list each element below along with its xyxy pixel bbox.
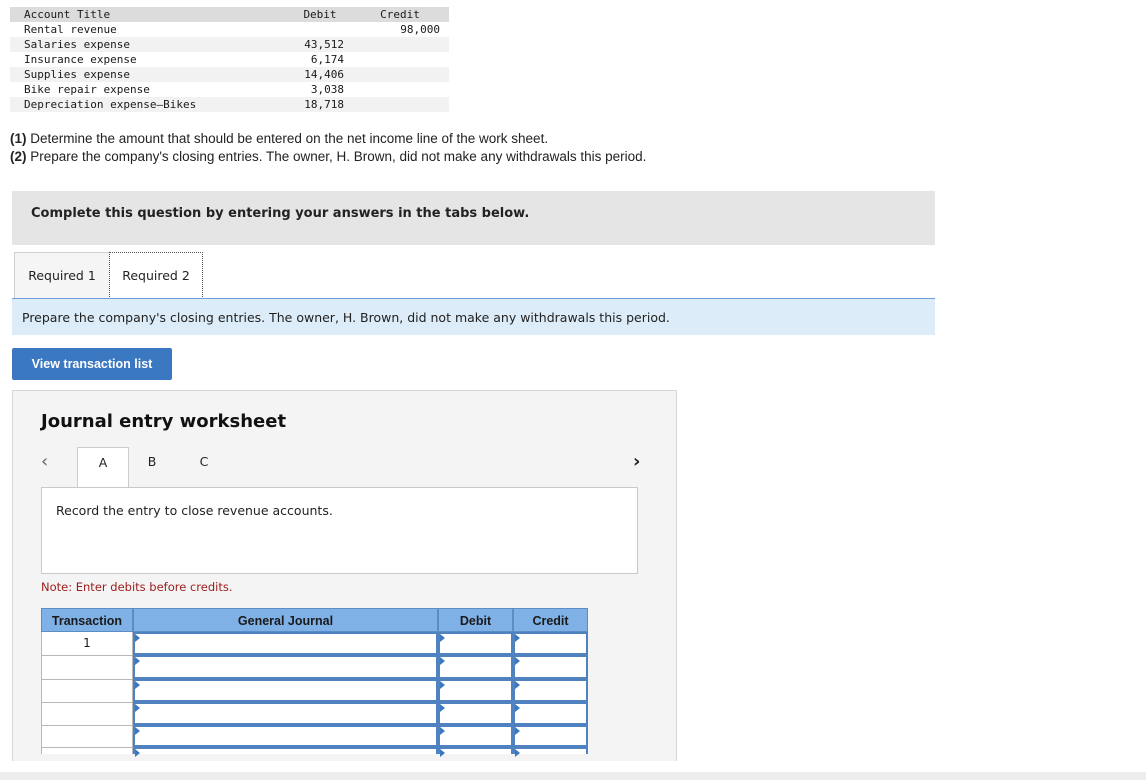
table-row: Bike repair expense 3,038 <box>10 82 449 97</box>
transaction-column-header: Transaction <box>41 608 133 632</box>
entry-description-box: Record the entry to close revenue accoun… <box>41 487 638 574</box>
credit-input[interactable] <box>513 679 588 702</box>
account-name: Insurance expense <box>24 53 137 66</box>
entry-tab-b[interactable]: B <box>127 447 177 487</box>
general-journal-input[interactable] <box>133 725 438 747</box>
tab-required-1[interactable]: Required 1 <box>14 252 110 299</box>
account-name: Salaries expense <box>24 38 130 51</box>
transaction-number <box>41 680 133 703</box>
debit-value: 14,406 <box>304 68 344 81</box>
account-name: Bike repair expense <box>24 83 150 96</box>
debit-header: Debit <box>303 8 337 21</box>
credit-input[interactable] <box>513 725 588 747</box>
debit-input[interactable] <box>438 725 513 747</box>
general-journal-input[interactable] <box>133 702 438 725</box>
debit-value: 3,038 <box>310 83 344 96</box>
page-bottom-edge <box>0 772 1146 780</box>
account-title-header: Account Title <box>24 8 111 21</box>
question-text: Prepare the company's closing entries. T… <box>26 149 647 164</box>
table-row: Salaries expense 43,512 <box>10 37 449 52</box>
worksheet-title: Journal entry worksheet <box>41 411 287 432</box>
question-number: (1) <box>10 131 27 146</box>
debit-value: 18,718 <box>304 98 344 111</box>
banner-text: Complete this question by entering your … <box>31 206 530 221</box>
debit-input[interactable] <box>438 679 513 702</box>
credit-input[interactable] <box>513 632 588 655</box>
table-row: Insurance expense 6,174 <box>10 52 449 67</box>
debit-value: 6,174 <box>310 53 344 66</box>
transaction-number <box>41 703 133 726</box>
question-1: (1) Determine the amount that should be … <box>10 131 548 146</box>
view-transaction-list-button[interactable]: View transaction list <box>12 348 172 380</box>
journal-entry-worksheet: Journal entry worksheet ‹ › A B C Record… <box>12 390 677 761</box>
instructions-banner: Complete this question by entering your … <box>12 191 935 245</box>
general-journal-input[interactable] <box>133 679 438 702</box>
question-number: (2) <box>10 149 27 164</box>
credit-header: Credit <box>380 8 420 21</box>
credit-input[interactable] <box>513 747 588 757</box>
debit-input[interactable] <box>438 702 513 725</box>
debit-input[interactable] <box>438 747 513 757</box>
debit-column-header: Debit <box>438 608 513 632</box>
chevron-left-icon[interactable]: ‹ <box>41 451 48 472</box>
trial-balance-table: Account Title Debit Credit Rental revenu… <box>10 7 449 112</box>
instruction-text: Prepare the company's closing entries. T… <box>22 310 670 325</box>
general-journal-input[interactable] <box>133 747 438 757</box>
credit-column-header: Credit <box>513 608 588 632</box>
transaction-number <box>41 656 133 680</box>
tab-instruction: Prepare the company's closing entries. T… <box>12 299 935 335</box>
question-text: Determine the amount that should be ente… <box>26 131 549 146</box>
account-name: Rental revenue <box>24 23 117 36</box>
transaction-number <box>41 726 133 748</box>
table-row: Rental revenue 98,000 <box>10 22 449 37</box>
account-name: Depreciation expense—Bikes <box>24 98 197 111</box>
credit-input[interactable] <box>513 702 588 725</box>
credit-value: 98,000 <box>400 23 440 36</box>
table-row: Supplies expense 14,406 <box>10 67 449 82</box>
debit-value: 43,512 <box>304 38 344 51</box>
table-row: Depreciation expense—Bikes 18,718 <box>10 97 449 112</box>
entry-note: Note: Enter debits before credits. <box>41 580 233 594</box>
transaction-number <box>41 748 133 754</box>
tab-required-2[interactable]: Required 2 <box>109 252 203 299</box>
transaction-number: 1 <box>41 632 133 656</box>
table-header-row: Account Title Debit Credit <box>10 7 449 22</box>
entry-tab-a[interactable]: A <box>77 447 129 488</box>
general-journal-column-header: General Journal <box>133 608 438 632</box>
chevron-right-icon[interactable]: › <box>633 451 640 472</box>
credit-input[interactable] <box>513 655 588 679</box>
question-2: (2) Prepare the company's closing entrie… <box>10 149 646 164</box>
entry-description: Record the entry to close revenue accoun… <box>56 503 333 518</box>
account-name: Supplies expense <box>24 68 130 81</box>
debit-input[interactable] <box>438 632 513 655</box>
debit-input[interactable] <box>438 655 513 679</box>
general-journal-input[interactable] <box>133 655 438 679</box>
entry-tab-c[interactable]: C <box>179 447 229 487</box>
general-journal-input[interactable] <box>133 632 438 655</box>
